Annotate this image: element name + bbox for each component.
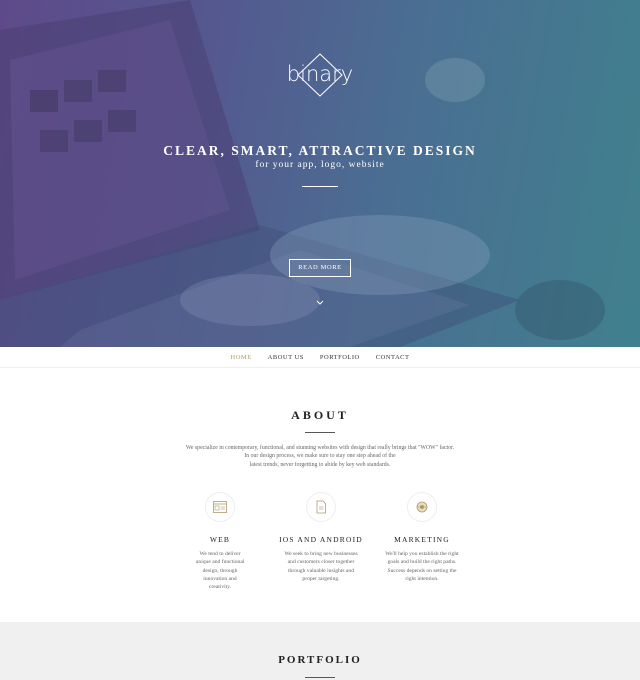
- feature-icon-circle: [306, 492, 336, 522]
- about-intro-line: In our design process, we make sure to s…: [244, 453, 396, 460]
- brand-logo[interactable]: binary: [282, 52, 358, 98]
- browser-window-icon: [213, 501, 227, 513]
- feature-line: innovation and: [203, 575, 237, 582]
- about-section: ABOUT We specialize in contemporary, fun…: [0, 368, 640, 622]
- feature-line: Success depends on setting the: [387, 567, 457, 574]
- feature-icon-circle: [407, 492, 437, 522]
- feature-line: unique and functional: [195, 559, 245, 566]
- hero-headline: CLEAR, SMART, ATTRACTIVE DESIGN: [163, 143, 477, 158]
- feature-line: We seek to bring new businesses: [284, 551, 358, 557]
- feature-title: IOS AND ANDROID: [279, 535, 363, 544]
- feature-icon-circle: [205, 492, 235, 522]
- hero-divider: [302, 186, 338, 187]
- feature-title: WEB: [209, 535, 231, 544]
- nav-item-about-us[interactable]: ABOUT US: [268, 354, 304, 361]
- feature-line: We tend to deliver: [199, 551, 241, 557]
- about-intro-line: We specialize in contemporary, functiona…: [185, 445, 455, 451]
- portfolio-title: PORTFOLIO: [278, 654, 362, 666]
- portfolio-divider: [305, 677, 335, 678]
- feature-title: MARKETING: [394, 535, 450, 544]
- feature-line: We'll help you establish the right: [385, 551, 459, 557]
- mobile-page-icon: [316, 500, 326, 514]
- nav-item-home[interactable]: HOME: [231, 354, 252, 361]
- feature-description: We seek to bring new businesses and cust…: [266, 550, 376, 583]
- about-intro: We specialize in contemporary, functiona…: [170, 444, 470, 469]
- nav-item-portfolio[interactable]: PORTFOLIO: [320, 354, 360, 361]
- about-intro-line: latest trends, never forgetting to abide…: [249, 461, 391, 468]
- feature-line: through valuable insights and: [287, 567, 355, 574]
- about-title: ABOUT: [291, 408, 349, 422]
- chevron-down-icon[interactable]: [314, 297, 326, 309]
- feature-line: creativity.: [208, 584, 232, 591]
- feature-web: WEB We tend to deliver unique and functi…: [165, 492, 275, 591]
- feature-description: We'll help you establish the right goals…: [367, 550, 477, 583]
- target-icon: [416, 501, 428, 513]
- feature-line: proper targeting.: [302, 575, 340, 582]
- feature-marketing: MARKETING We'll help you establish the r…: [367, 492, 477, 583]
- feature-line: right intention.: [405, 575, 439, 582]
- feature-line: design, through: [202, 567, 238, 574]
- feature-description: We tend to deliver unique and functional…: [190, 550, 250, 591]
- main-nav: HOME ABOUT US PORTFOLIO CONTACT: [0, 347, 640, 368]
- feature-line: and customers closer together: [287, 559, 355, 566]
- hero-subline: for your app, logo, website: [255, 160, 385, 170]
- portfolio-section: PORTFOLIO: [0, 622, 640, 680]
- logo-text: binary: [286, 62, 354, 86]
- read-more-button[interactable]: READ MORE: [289, 259, 351, 277]
- hero-banner: binary CLEAR, SMART, ATTRACTIVE DESIGN f…: [0, 0, 640, 347]
- about-divider: [305, 432, 335, 433]
- feature-line: goals and build the right paths.: [387, 559, 457, 566]
- nav-item-contact[interactable]: CONTACT: [376, 354, 410, 361]
- feature-ios-android: IOS AND ANDROID We seek to bring new bus…: [266, 492, 376, 583]
